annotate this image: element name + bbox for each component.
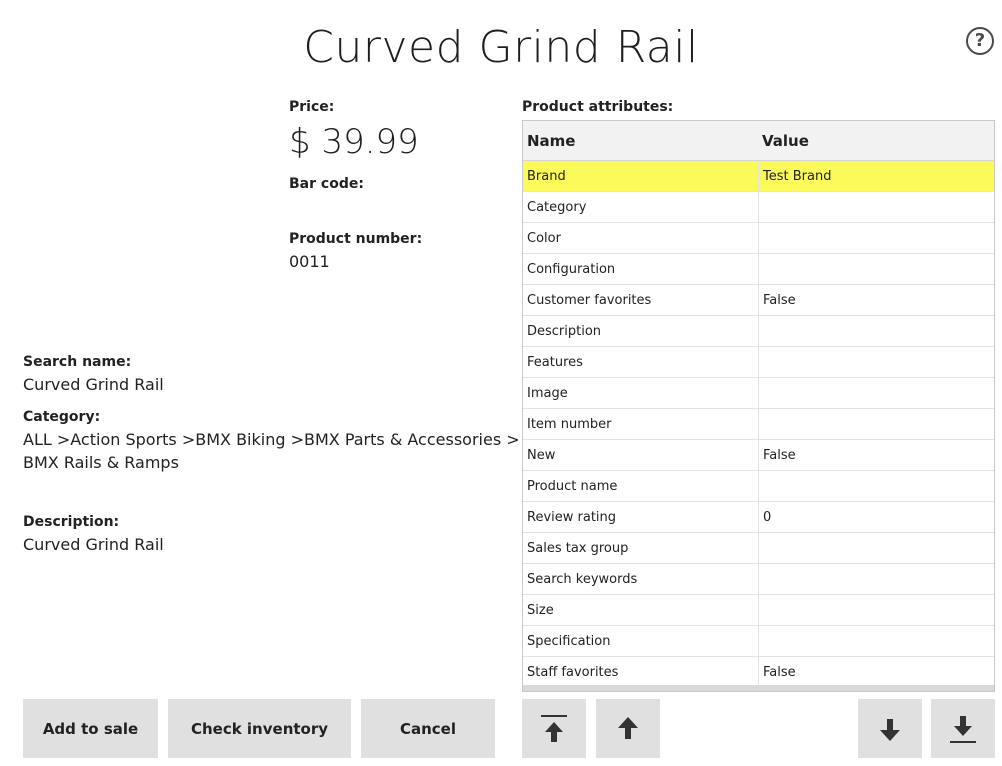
- attribute-value-cell: [758, 533, 994, 563]
- category-path-line2: BMX Rails & Ramps: [23, 453, 179, 472]
- attribute-value-cell: False: [758, 440, 994, 470]
- table-row[interactable]: Description: [523, 316, 994, 347]
- move-to-last-button[interactable]: [931, 699, 995, 758]
- attribute-name-cell: Search keywords: [527, 571, 638, 587]
- attribute-name-cell: Features: [527, 354, 583, 370]
- barcode-label: Bar code:: [289, 176, 364, 192]
- arrow-up-icon: [618, 716, 638, 739]
- table-row[interactable]: Image: [523, 378, 994, 409]
- attribute-value-cell: [758, 254, 994, 284]
- arrow-to-bottom-icon: [950, 715, 976, 743]
- attribute-value-cell: [758, 378, 994, 408]
- attribute-name-cell: Customer favorites: [527, 292, 652, 308]
- column-header-name[interactable]: Name: [523, 132, 758, 150]
- table-row[interactable]: Brand Test Brand: [523, 161, 994, 192]
- attribute-name-cell: Staff favorites: [527, 664, 619, 680]
- description-label: Description:: [23, 514, 120, 530]
- attribute-name-cell: Product name: [527, 478, 618, 494]
- attributes-label: Product attributes:: [522, 99, 674, 115]
- table-row[interactable]: Size: [523, 595, 994, 626]
- attribute-value-cell: [758, 564, 994, 594]
- category-label: Category:: [23, 409, 101, 425]
- attribute-value-cell: Test Brand: [758, 161, 994, 191]
- arrow-down-icon: [880, 718, 900, 741]
- attribute-name-cell: New: [527, 447, 556, 463]
- description-value: Curved Grind Rail: [23, 535, 164, 554]
- page-title: Curved Grind Rail: [303, 22, 699, 73]
- attribute-value-cell: 0: [758, 502, 994, 532]
- table-row[interactable]: Customer favorites False: [523, 285, 994, 316]
- table-row[interactable]: Features: [523, 347, 994, 378]
- product-number-label: Product number:: [289, 231, 423, 247]
- table-row[interactable]: Sales tax group: [523, 533, 994, 564]
- attribute-value-cell: [758, 409, 994, 439]
- attribute-name-cell: Review rating: [527, 509, 617, 525]
- table-row[interactable]: Staff favorites False: [523, 657, 994, 688]
- table-row[interactable]: Category: [523, 192, 994, 223]
- arrow-to-top-icon: [541, 714, 567, 742]
- attributes-rows: Brand Test Brand Category Color Configuratio…: [523, 161, 994, 688]
- attribute-name-cell: Sales tax group: [527, 540, 629, 556]
- attribute-name-cell: Brand: [527, 168, 566, 184]
- attribute-name-cell: Size: [527, 602, 554, 618]
- column-header-value[interactable]: Value: [758, 121, 994, 160]
- attribute-name-cell: Color: [527, 230, 561, 246]
- move-to-first-button[interactable]: [522, 699, 586, 758]
- attribute-value-cell: [758, 192, 994, 222]
- cancel-button[interactable]: Cancel: [361, 699, 495, 758]
- attribute-value-cell: [758, 223, 994, 253]
- attribute-name-cell: Category: [527, 199, 587, 215]
- table-row[interactable]: Item number: [523, 409, 994, 440]
- attribute-value-cell: [758, 471, 994, 501]
- price-label: Price:: [289, 99, 335, 115]
- attributes-table: Name Value Brand Test Brand Category Color C…: [522, 120, 995, 692]
- table-row[interactable]: Specification: [523, 626, 994, 657]
- search-name-label: Search name:: [23, 354, 132, 370]
- table-row[interactable]: Product name: [523, 471, 994, 502]
- check-inventory-button[interactable]: Check inventory: [168, 699, 351, 758]
- move-up-button[interactable]: [596, 699, 660, 758]
- attribute-value-cell: [758, 595, 994, 625]
- attribute-name-cell: Configuration: [527, 261, 616, 277]
- help-icon[interactable]: ?: [966, 27, 994, 55]
- table-row[interactable]: Review rating 0: [523, 502, 994, 533]
- table-row[interactable]: Color: [523, 223, 994, 254]
- category-path-line1: ALL >Action Sports >BMX Biking >BMX Part…: [23, 430, 520, 449]
- price-value: $ 39.99: [289, 122, 419, 162]
- horizontal-scrollbar[interactable]: [523, 685, 994, 691]
- product-number-value: 0011: [289, 252, 330, 271]
- attribute-name-cell: Image: [527, 385, 568, 401]
- attribute-name-cell: Item number: [527, 416, 612, 432]
- attribute-value-cell: [758, 316, 994, 346]
- search-name-value: Curved Grind Rail: [23, 375, 164, 394]
- add-to-sale-button[interactable]: Add to sale: [23, 699, 158, 758]
- attribute-value-cell: [758, 626, 994, 656]
- attribute-name-cell: Description: [527, 323, 602, 339]
- attribute-value-cell: False: [758, 657, 994, 687]
- table-row[interactable]: New False: [523, 440, 994, 471]
- attribute-name-cell: Specification: [527, 633, 611, 649]
- attribute-value-cell: False: [758, 285, 994, 315]
- move-down-button[interactable]: [858, 699, 922, 758]
- attributes-table-header: Name Value: [523, 121, 994, 161]
- table-row[interactable]: Search keywords: [523, 564, 994, 595]
- attribute-value-cell: [758, 347, 994, 377]
- table-row[interactable]: Configuration: [523, 254, 994, 285]
